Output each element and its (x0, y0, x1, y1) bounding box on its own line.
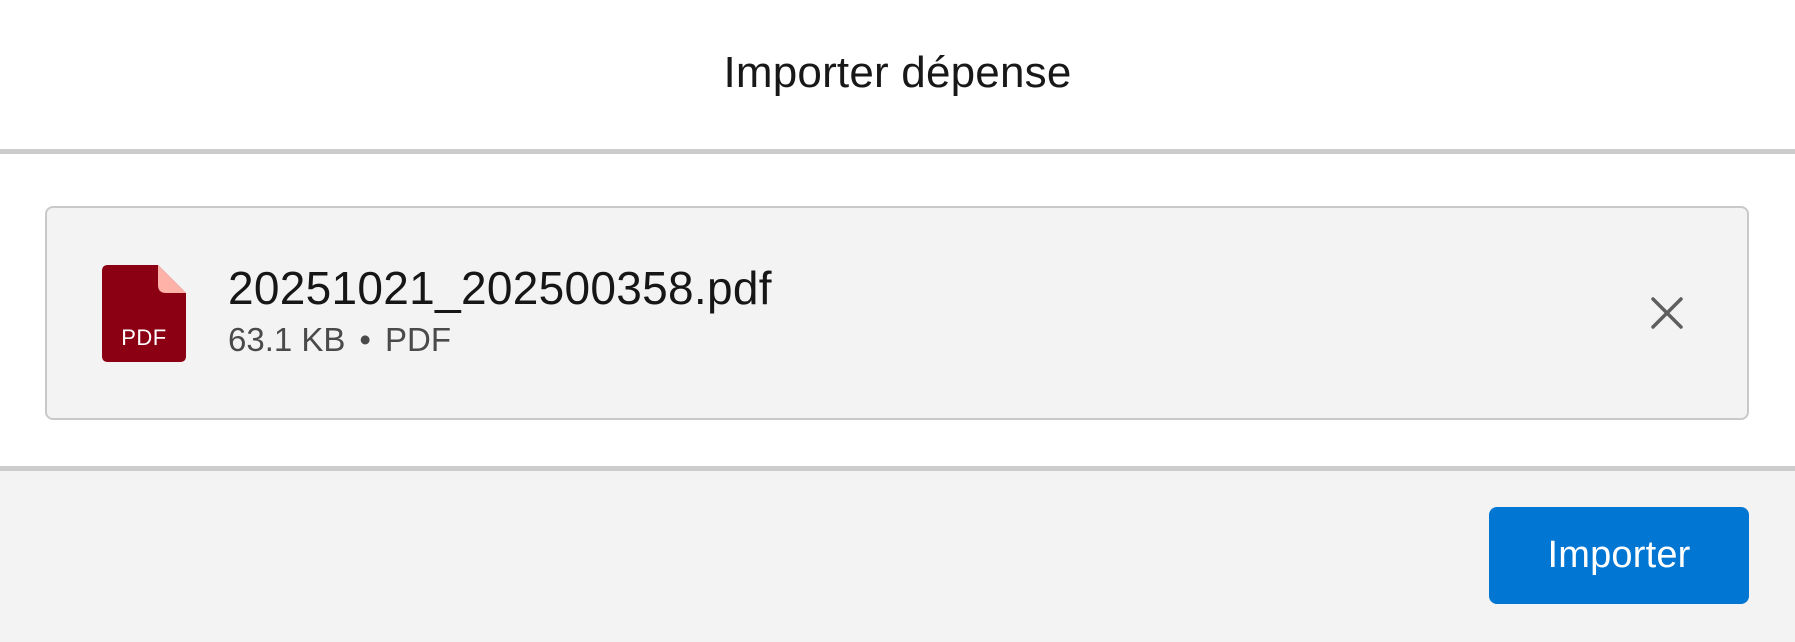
modal-title: Importer dépense (723, 47, 1072, 97)
close-icon (1651, 297, 1683, 329)
modal-body: PDF 20251021_202500358.pdf 63.1 KB • PDF (0, 154, 1795, 471)
pdf-file-icon: PDF (102, 264, 186, 362)
file-type: PDF (384, 321, 451, 358)
file-name: 20251021_202500358.pdf (228, 262, 772, 314)
file-meta: 63.1 KB • PDF (228, 318, 772, 362)
import-button[interactable]: Importer (1489, 507, 1749, 604)
modal-header: Importer dépense (0, 0, 1795, 154)
file-size: 63.1 KB (228, 321, 346, 358)
meta-separator: • (359, 321, 371, 358)
modal-footer: Importer (0, 471, 1795, 642)
file-info: 20251021_202500358.pdf 63.1 KB • PDF (228, 260, 772, 362)
import-expense-modal: Importer dépense PDF 20251021_202500358.… (0, 0, 1795, 642)
file-icon-label: PDF (121, 324, 167, 350)
file-card: PDF 20251021_202500358.pdf 63.1 KB • PDF (45, 206, 1749, 420)
remove-file-button[interactable] (1641, 287, 1693, 339)
